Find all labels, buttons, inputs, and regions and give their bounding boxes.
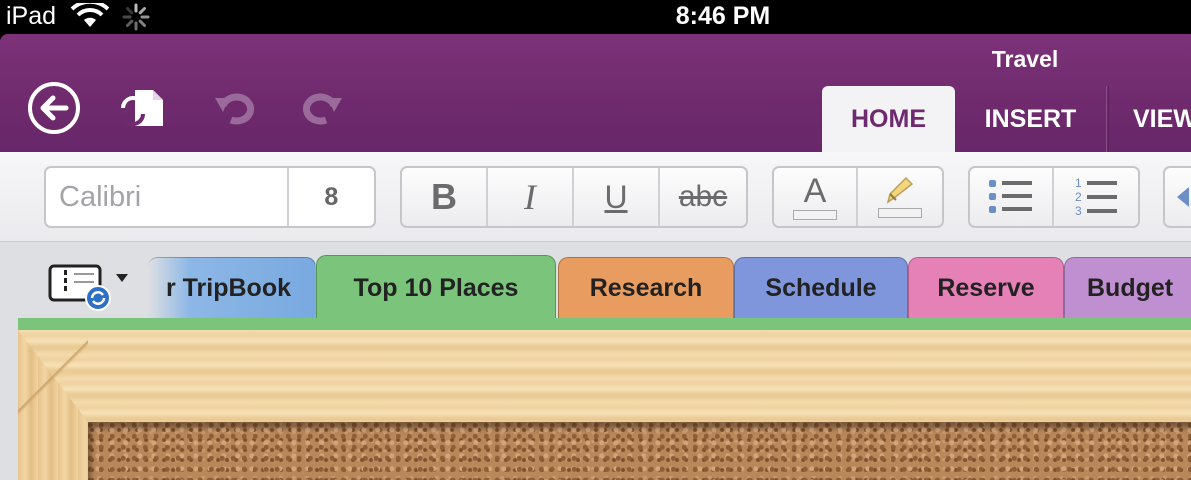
bullet-list-icon	[989, 180, 1032, 213]
bold-button[interactable]: B	[402, 168, 488, 226]
active-section-rule	[18, 318, 1191, 330]
decrease-indent-button[interactable]	[1165, 168, 1191, 226]
back-arrow-icon	[28, 82, 80, 134]
sync-document-icon	[121, 90, 163, 126]
indent-group[interactable]	[1163, 166, 1191, 228]
corkboard-frame-corner	[18, 330, 88, 422]
sync-button[interactable]	[112, 80, 172, 136]
redo-icon	[302, 93, 342, 125]
highlighter-icon	[886, 176, 914, 204]
font-color-button[interactable]: A	[774, 168, 859, 226]
list-group: 1 2 3	[968, 166, 1140, 228]
svg-text:1: 1	[1075, 176, 1082, 190]
page-canvas[interactable]	[18, 330, 1191, 480]
status-bar: iPad 8:46 PM	[0, 0, 1191, 34]
corkboard-frame-top	[18, 330, 1191, 422]
color-group: A	[772, 166, 944, 228]
undo-button[interactable]	[205, 80, 265, 136]
text-format-group: B I U abc	[400, 166, 748, 228]
notebook-sync-icon	[48, 264, 128, 311]
highlight-swatch	[878, 208, 922, 218]
section-bar: r TripBook Top 10 Places Research Schedu…	[0, 242, 1191, 480]
font-group: Calibri 8	[44, 166, 376, 228]
italic-button[interactable]: I	[488, 168, 574, 226]
svg-text:3: 3	[1075, 204, 1082, 218]
section-tab-reserve[interactable]: Reserve	[908, 257, 1064, 319]
tab-insert[interactable]: INSERT	[955, 86, 1107, 152]
font-name-field[interactable]: Calibri	[46, 168, 289, 226]
bullet-list-button[interactable]	[970, 168, 1055, 226]
section-tab-top-10-places[interactable]: Top 10 Places	[316, 255, 556, 321]
strikethrough-button[interactable]: abc	[660, 168, 746, 226]
indent-arrow-icon	[1177, 187, 1189, 207]
section-tab-budget[interactable]: Budget	[1064, 257, 1191, 319]
onenote-app: Travel HOME INSERT VIEW Calibri 8 B I U …	[0, 34, 1191, 480]
formatting-toolbar: Calibri 8 B I U abc A 1 2 3	[0, 152, 1191, 242]
back-button[interactable]	[24, 80, 84, 136]
numbered-list-button[interactable]: 1 2 3	[1054, 168, 1138, 226]
ribbon-header: Travel HOME INSERT VIEW	[0, 34, 1191, 152]
tab-home[interactable]: HOME	[822, 86, 955, 152]
redo-button[interactable]	[292, 80, 352, 136]
numbered-list-icon: 1 2 3	[1075, 176, 1117, 218]
notebook-title: Travel	[991, 46, 1059, 72]
section-tab-tripbook[interactable]: r TripBook	[148, 257, 316, 319]
font-size-field[interactable]: 8	[289, 168, 374, 226]
svg-text:2: 2	[1075, 190, 1082, 204]
font-color-swatch	[793, 209, 837, 220]
notebook-list-button[interactable]	[44, 262, 134, 312]
section-tab-research[interactable]: Research	[558, 257, 734, 319]
tab-view[interactable]: VIEW	[1108, 86, 1191, 152]
undo-icon	[215, 93, 255, 125]
underline-button[interactable]: U	[574, 168, 660, 226]
font-color-label: A	[803, 171, 827, 210]
corkboard-surface	[88, 422, 1191, 480]
highlight-button[interactable]	[858, 168, 942, 226]
status-time: 8:46 PM	[675, 2, 771, 30]
section-tab-schedule[interactable]: Schedule	[734, 257, 908, 319]
